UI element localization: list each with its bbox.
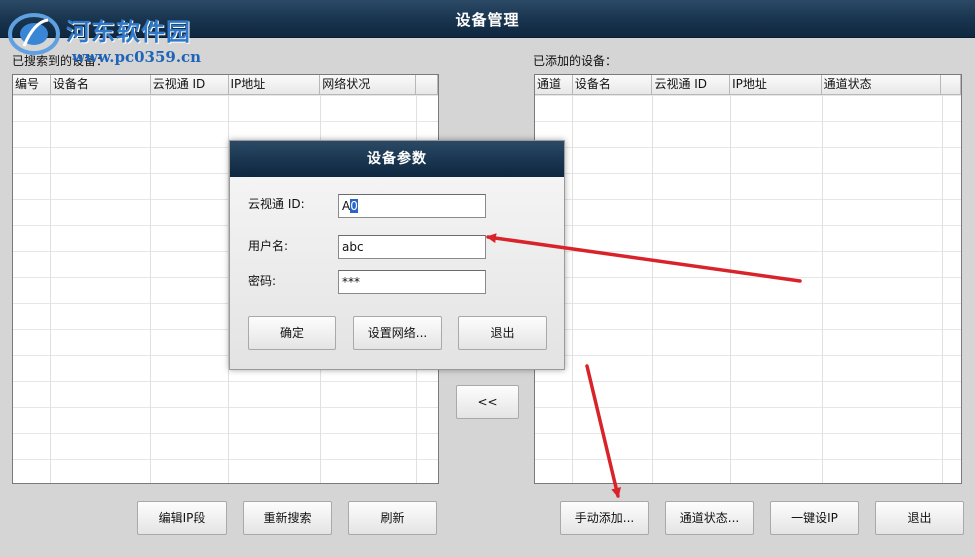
added-devices-table[interactable]: 通道 设备名 云视通 ID IP地址 通道状态 (534, 74, 962, 484)
cloud-id-text: A (342, 199, 351, 213)
watermark-title: 河东软件园 (66, 17, 191, 46)
username-input[interactable] (338, 235, 486, 259)
added-devices-label: 已添加的设备： (533, 54, 618, 68)
column-header-cloud-id[interactable]: 云视通 ID (151, 75, 229, 95)
edit-ip-range-button[interactable]: 编辑IP段 (137, 501, 227, 535)
refresh-button[interactable]: 刷新 (348, 501, 437, 535)
column-header-network-status[interactable]: 网络状况 (320, 75, 417, 95)
column-header-filler (416, 75, 438, 95)
column-header-device-name[interactable]: 设备名 (51, 75, 151, 95)
column-header-ip[interactable]: IP地址 (730, 75, 822, 95)
cloud-id-input[interactable]: A0 (338, 194, 486, 218)
research-button[interactable]: 重新搜索 (243, 501, 332, 535)
channel-status-button[interactable]: 通道状态... (665, 501, 754, 535)
column-header-ip[interactable]: IP地址 (229, 75, 321, 95)
column-header-number[interactable]: 编号 (13, 75, 51, 95)
logo-icon (8, 13, 60, 55)
column-header-channel-status[interactable]: 通道状态 (822, 75, 942, 95)
column-header-channel[interactable]: 通道 (535, 75, 573, 95)
table-header: 通道 设备名 云视通 ID IP地址 通道状态 (535, 75, 961, 95)
table-body[interactable] (535, 95, 961, 483)
dialog-exit-button[interactable]: 退出 (458, 316, 547, 350)
watermark-url: www.pc0359.cn (72, 48, 202, 66)
one-click-ip-button[interactable]: 一键设IP (770, 501, 859, 535)
dialog-title: 设备参数 (230, 141, 564, 177)
ok-button[interactable]: 确定 (248, 316, 336, 350)
cloud-id-label: 云视通 ID: (248, 197, 305, 211)
password-label: 密码: (248, 274, 277, 288)
table-header: 编号 设备名 云视通 ID IP地址 网络状况 (13, 75, 438, 95)
column-header-device-name[interactable]: 设备名 (573, 75, 653, 95)
device-params-dialog: 设备参数 云视通 ID: A0 用户名: 密码: 确定 设置网络... 退出 (229, 140, 565, 370)
network-settings-button[interactable]: 设置网络... (353, 316, 442, 350)
site-watermark: 河东软件园 www.pc0359.cn (4, 10, 214, 70)
manual-add-button[interactable]: 手动添加... (560, 501, 649, 535)
column-header-filler (941, 75, 961, 95)
cloud-id-selected-text: 0 (350, 199, 358, 213)
password-input[interactable] (338, 270, 486, 294)
column-header-cloud-id[interactable]: 云视通 ID (652, 75, 731, 95)
exit-button[interactable]: 退出 (875, 501, 964, 535)
move-left-button[interactable]: << (456, 385, 519, 419)
username-label: 用户名: (248, 239, 289, 253)
